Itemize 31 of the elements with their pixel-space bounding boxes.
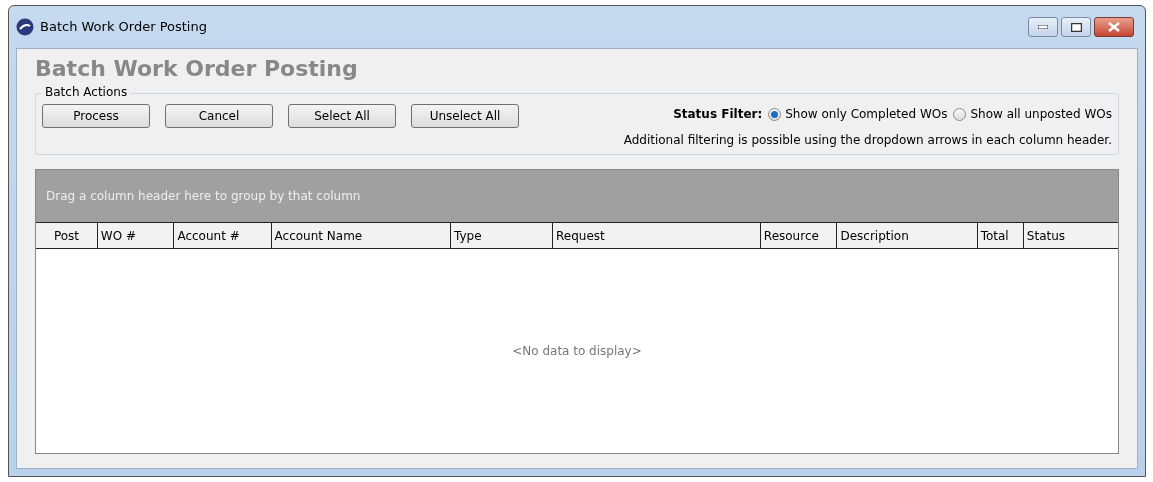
- column-header[interactable]: Account Name: [270, 223, 450, 248]
- window-title: Batch Work Order Posting: [40, 18, 207, 37]
- close-button[interactable]: [1094, 17, 1134, 37]
- radio-option[interactable]: Show only Completed WOs: [768, 105, 948, 123]
- column-header[interactable]: Request: [552, 223, 760, 248]
- minimize-icon: [1038, 25, 1048, 29]
- group-legend: Batch Actions: [42, 85, 131, 99]
- app-logo-icon: [16, 18, 34, 36]
- column-header[interactable]: Status: [1022, 223, 1118, 248]
- filter-note: Additional filtering is possible using the dropdown arrows in each column header.: [623, 132, 1112, 149]
- action-button[interactable]: Unselect All: [411, 104, 519, 128]
- status-filter-label: Status Filter:: [673, 106, 763, 123]
- radio-button[interactable]: [768, 107, 782, 121]
- column-header[interactable]: Post: [36, 223, 97, 248]
- radio-button[interactable]: [953, 107, 967, 121]
- group-panel-hint: Drag a column header here to group by that column: [46, 188, 361, 205]
- maximize-icon: [1070, 22, 1082, 32]
- column-header[interactable]: Account #: [173, 223, 271, 248]
- column-header[interactable]: Resource: [759, 223, 837, 248]
- column-header[interactable]: Type: [449, 223, 552, 248]
- empty-grid-message: <No data to display>: [512, 343, 642, 360]
- column-header[interactable]: Total: [976, 223, 1023, 248]
- column-header[interactable]: Description: [836, 223, 977, 248]
- maximize-button[interactable]: [1061, 17, 1091, 37]
- radio-option[interactable]: Show all unposted WOs: [953, 105, 1112, 123]
- close-icon: [1108, 22, 1120, 32]
- action-button[interactable]: Process: [42, 104, 150, 128]
- column-header[interactable]: WO #: [96, 223, 174, 248]
- action-button[interactable]: Cancel: [165, 104, 273, 128]
- page-heading: Batch Work Order Posting: [35, 55, 358, 83]
- action-button[interactable]: Select All: [288, 104, 396, 128]
